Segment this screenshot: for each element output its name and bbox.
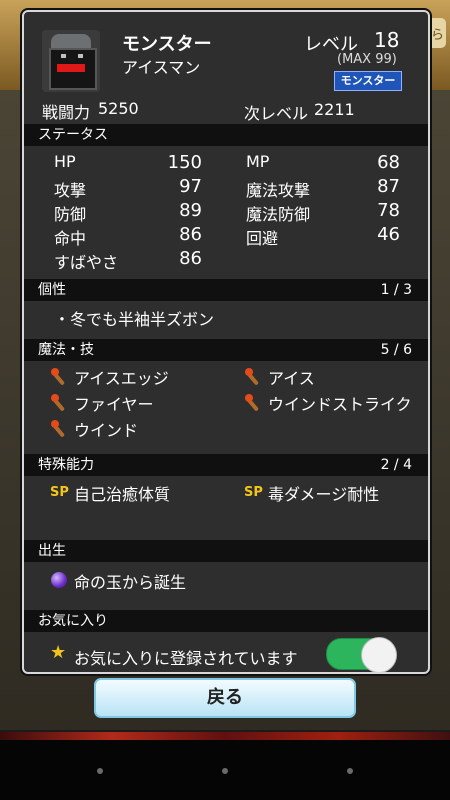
- special-item-poison-resist: 毒ダメージ耐性: [268, 485, 380, 504]
- avatar-mouth: [57, 64, 85, 72]
- power-value: 5250: [98, 99, 139, 118]
- birth-title: 出生: [38, 543, 66, 559]
- stat-mp-label: MP: [246, 152, 270, 171]
- stat-hp-label: HP: [54, 152, 76, 171]
- magic-item-wind-strike: ウインドストライク: [268, 395, 412, 414]
- special-title: 特殊能力: [38, 457, 94, 473]
- birth-header: 出生: [24, 540, 428, 562]
- stat-evasion-label: 回避: [246, 229, 279, 248]
- favorite-toggle[interactable]: [326, 637, 397, 672]
- wand-icon: [244, 393, 262, 412]
- back-button[interactable]: 戻る: [94, 678, 356, 718]
- star-icon: ★: [50, 642, 67, 663]
- monster-name: モンスター: [122, 34, 212, 55]
- monster-avatar: [42, 30, 100, 92]
- stat-speed-value: 86: [179, 248, 202, 269]
- stat-evasion-value: 46: [377, 224, 400, 245]
- magic-header: 魔法・技 5 / 6: [24, 339, 428, 361]
- stat-magic-defense-label: 魔法防御: [246, 205, 311, 224]
- stat-magic-attack-label: 魔法攻撃: [246, 181, 311, 200]
- type-badge: モンスター: [334, 71, 402, 91]
- next-level-value: 2211: [314, 100, 355, 119]
- nav-back-dot[interactable]: [97, 768, 103, 774]
- stat-attack-label: 攻撃: [54, 181, 87, 200]
- trait-count: 1 / 3: [380, 282, 412, 298]
- toggle-knob[interactable]: [361, 637, 397, 672]
- nav-home-dot[interactable]: [222, 768, 228, 774]
- stat-defense-label: 防御: [54, 205, 87, 224]
- favorite-text: お気に入りに登録されています: [74, 649, 298, 668]
- stat-mp-value: 68: [377, 152, 400, 173]
- magic-title: 魔法・技: [38, 342, 94, 358]
- background-strip: [0, 732, 450, 740]
- level-value: 18: [374, 28, 400, 52]
- avatar-eye-right: [78, 54, 83, 58]
- trait-item: ・冬でも半袖半ズボン: [54, 310, 215, 329]
- magic-count: 5 / 6: [380, 342, 412, 358]
- favorite-title: お気に入り: [38, 613, 108, 629]
- power-label: 戦闘力: [42, 103, 91, 122]
- stat-attack-value: 97: [179, 176, 202, 197]
- stat-speed-label: すばやさ: [54, 253, 119, 272]
- magic-item-wind: ウインド: [74, 421, 139, 440]
- stat-accuracy-value: 86: [179, 224, 202, 245]
- status-header: ステータス: [24, 124, 428, 146]
- wand-icon: [50, 393, 68, 412]
- magic-item-fire: ファイヤー: [74, 395, 154, 414]
- special-header: 特殊能力 2 / 4: [24, 454, 428, 476]
- special-item-self-heal: 自己治癒体質: [74, 485, 171, 504]
- next-level-label: 次レベル: [244, 104, 309, 123]
- stat-accuracy-label: 命中: [54, 229, 87, 248]
- wand-icon: [50, 419, 68, 438]
- max-level: (MAX 99): [337, 52, 397, 67]
- stat-defense-value: 89: [179, 200, 202, 221]
- stat-magic-attack-value: 87: [377, 176, 400, 197]
- life-orb-icon: [51, 572, 67, 588]
- favorite-header: お気に入り: [24, 610, 428, 632]
- sp-icon: SP: [244, 485, 263, 500]
- background-button-text: ら: [430, 28, 444, 43]
- magic-item-ice: アイス: [268, 369, 315, 388]
- magic-item-ice-edge: アイスエッジ: [74, 369, 169, 388]
- avatar-eye-left: [61, 54, 66, 58]
- sp-icon: SP: [50, 485, 69, 500]
- wand-icon: [244, 367, 262, 386]
- trait-header: 個性 1 / 3: [24, 279, 428, 301]
- stat-hp-value: 150: [167, 152, 202, 173]
- monster-subname: アイスマン: [122, 58, 201, 77]
- special-count: 2 / 4: [380, 457, 412, 473]
- status-title: ステータス: [38, 127, 108, 143]
- stat-magic-defense-value: 78: [377, 200, 400, 221]
- trait-title: 個性: [38, 282, 66, 298]
- nav-recent-dot[interactable]: [347, 768, 353, 774]
- monster-detail-panel: モンスター アイスマン レベル 18 (MAX 99) モンスター 戦闘力 52…: [22, 10, 430, 674]
- wand-icon: [50, 367, 68, 386]
- birth-text: 命の玉から誕生: [74, 573, 187, 592]
